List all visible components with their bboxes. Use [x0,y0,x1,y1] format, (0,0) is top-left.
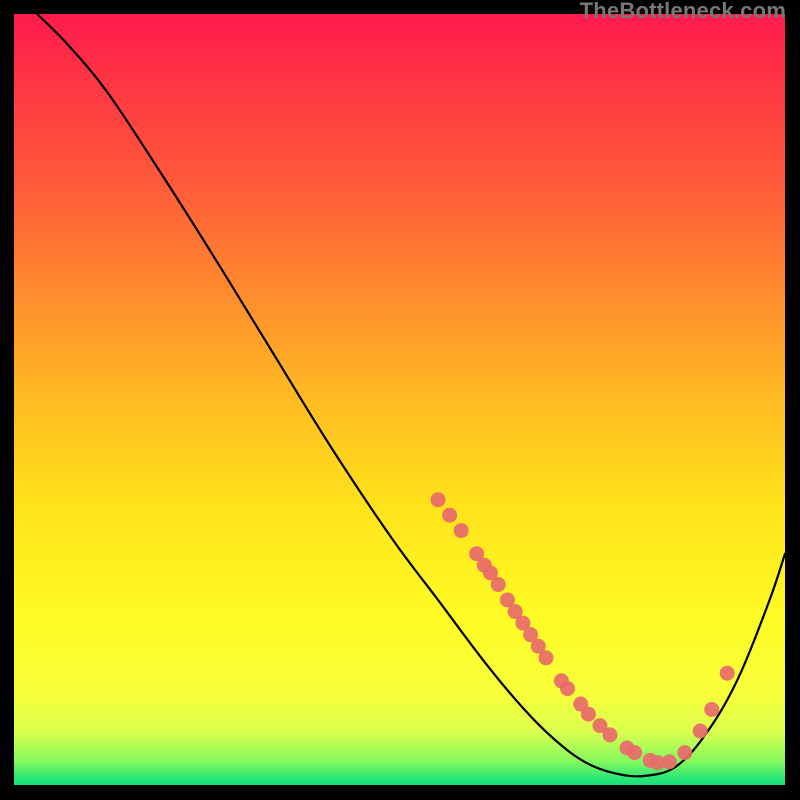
chart-svg [14,14,785,785]
watermark-text: TheBottleneck.com [580,0,786,24]
data-dots [431,492,735,770]
chart-area [14,14,785,785]
curve-line [37,14,785,776]
